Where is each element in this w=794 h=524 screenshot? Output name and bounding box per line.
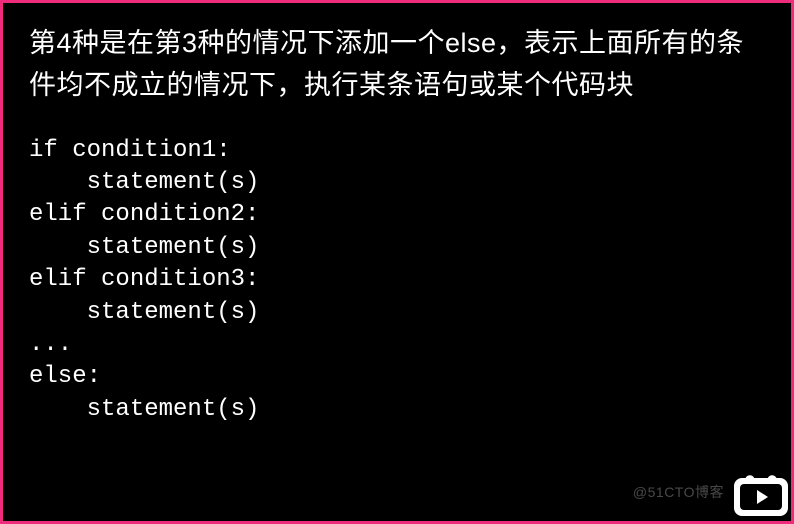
code-block: if condition1: statement(s) elif conditi…	[29, 135, 765, 427]
slide-description: 第4种是在第3种的情况下添加一个else，表示上面所有的条件均不成立的情况下，执…	[29, 23, 765, 107]
slide-content: 第4种是在第3种的情况下添加一个else，表示上面所有的条件均不成立的情况下，执…	[3, 3, 791, 521]
watermark-text: @51CTO博客	[633, 482, 724, 502]
bilibili-tv-icon	[732, 468, 788, 516]
